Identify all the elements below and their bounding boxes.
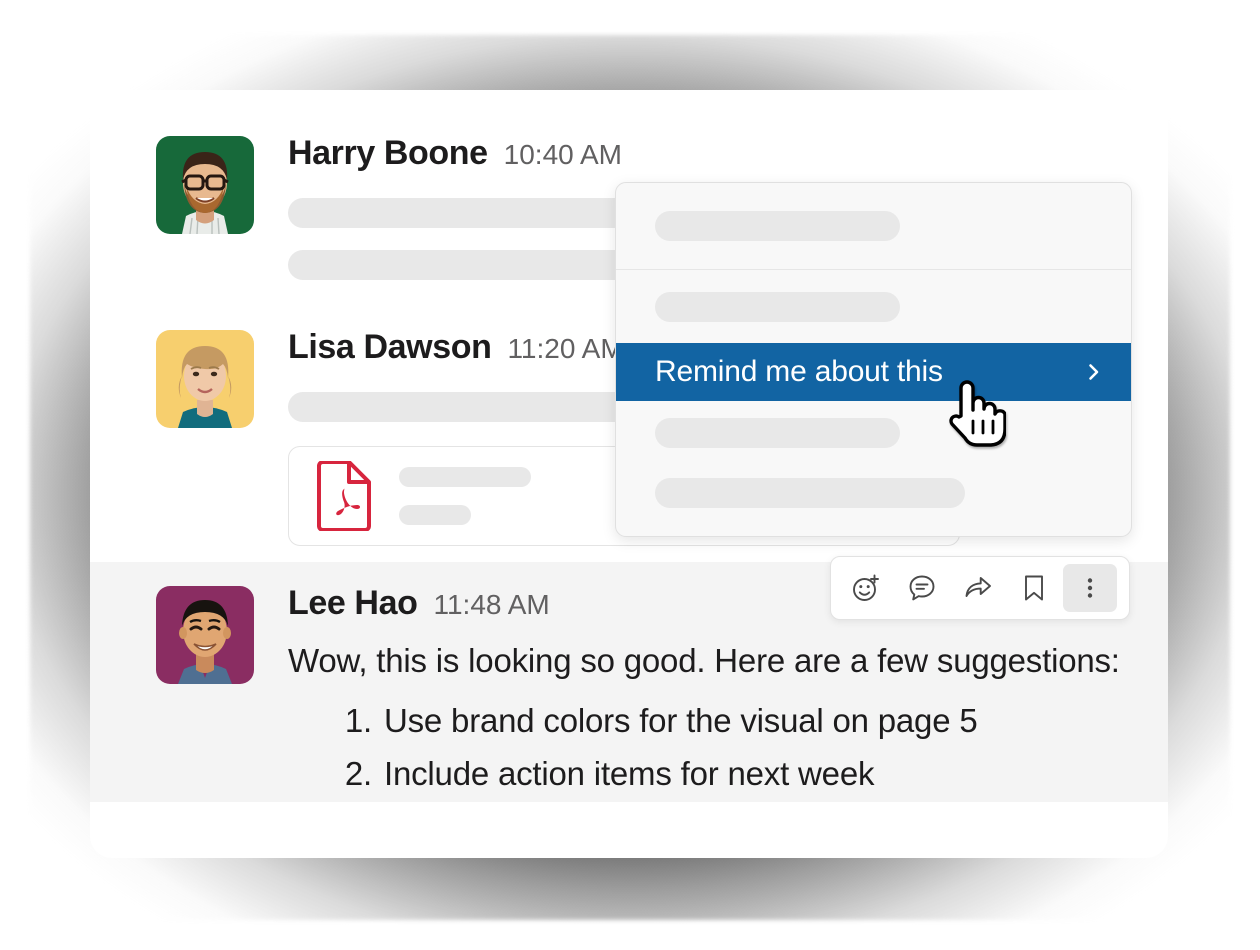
menu-item-label: Remind me about this (655, 355, 943, 388)
list-item: Use brand colors for the visual on page … (336, 695, 978, 748)
message-timestamp: 10:40 AM (503, 139, 622, 170)
chevron-right-icon (1089, 364, 1099, 380)
list-item: Include action items for next week (336, 748, 875, 801)
menu-item-placeholder[interactable] (616, 270, 1131, 343)
menu-item-label-placeholder (655, 291, 900, 322)
share-arrow-icon (965, 577, 991, 597)
emoji-plus-icon (853, 574, 879, 601)
menu-item-label-placeholder (655, 211, 900, 241)
message-author: Harry Boone (288, 134, 488, 172)
message-text: Wow, this is looking so good. Here are a… (288, 642, 1120, 679)
more-actions-button[interactable] (1063, 564, 1117, 612)
menu-item-placeholder[interactable] (616, 183, 1131, 269)
attachment-size-placeholder (399, 505, 471, 525)
avatar-lee-hao[interactable] (156, 586, 254, 684)
save-message-button[interactable] (1007, 564, 1061, 612)
bookmark-icon (1025, 575, 1043, 601)
menu-item-remind-me[interactable]: Remind me about this (616, 343, 1131, 401)
menu-item-placeholder[interactable] (616, 401, 1131, 465)
message-timestamp: 11:20 AM (507, 333, 624, 364)
pdf-file-icon (317, 461, 371, 531)
attachment-meta-placeholder (399, 467, 531, 525)
message-context-menu[interactable]: Remind me about this (615, 182, 1132, 537)
screenshot-stage: Harry Boone 10:40 AM Lisa Dawson 11:20 A… (0, 0, 1260, 950)
attachment-name-placeholder (399, 467, 531, 487)
message-author: Lee Hao (288, 584, 418, 622)
message-author: Lisa Dawson (288, 328, 492, 366)
forward-message-button[interactable] (951, 564, 1005, 612)
avatar-harry-boone[interactable] (156, 136, 254, 234)
suggestion-list: Use brand colors for the visual on page … (288, 695, 1146, 801)
avatar-lisa-dawson[interactable] (156, 330, 254, 428)
message-timestamp: 11:48 AM (433, 589, 550, 620)
message-action-toolbar[interactable] (830, 556, 1130, 620)
menu-item-label-placeholder (655, 478, 965, 508)
comment-icon (909, 575, 935, 601)
menu-item-placeholder[interactable] (616, 465, 1131, 521)
message-header: Harry Boone 10:40 AM (288, 136, 1106, 180)
reply-in-thread-button[interactable] (895, 564, 949, 612)
more-vertical-icon (1087, 578, 1093, 598)
menu-item-label-placeholder (655, 418, 900, 448)
add-reaction-button[interactable] (839, 564, 893, 612)
